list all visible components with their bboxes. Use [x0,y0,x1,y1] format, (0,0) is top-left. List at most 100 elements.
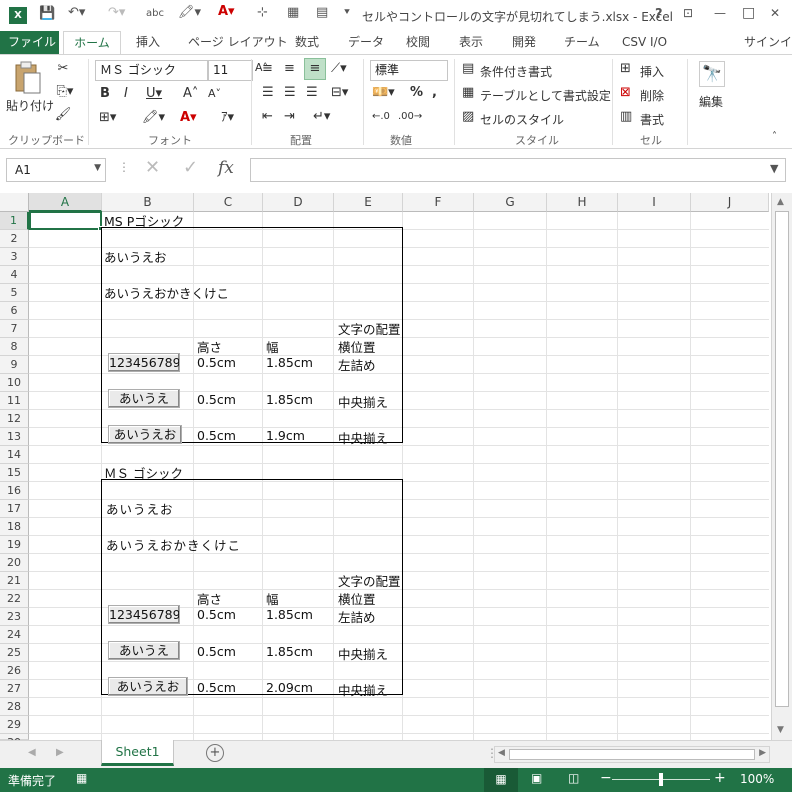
row-header-22[interactable]: 22 [0,590,29,608]
font-color-ribbon-icon[interactable]: A▾ [180,108,197,128]
row-header-1[interactable]: 1 [0,212,29,230]
scroll-up-icon[interactable]: ▲ [777,197,784,207]
grow-font-size-icon[interactable]: A˄ [183,84,198,104]
decrease-indent-icon[interactable]: ⇤ [262,107,273,127]
find-icon[interactable]: 🔭 [699,61,725,87]
editing-button[interactable]: 編集 [699,93,723,110]
vertical-scrollbar[interactable]: ▲ ▼ [771,193,792,740]
underline-icon[interactable]: U▾ [146,84,162,104]
row-header-26[interactable]: 26 [0,662,29,680]
prev-sheet-icon[interactable]: ◀ [28,747,36,758]
insert-cells-button[interactable]: 挿入 [640,63,664,80]
wrap-text-icon[interactable]: ↵▾ [313,107,330,127]
spellcheck-icon[interactable]: abc [146,8,164,19]
row-header-18[interactable]: 18 [0,518,29,536]
format-painter-icon[interactable]: 🖌 [54,105,72,125]
italic-icon[interactable]: I [124,84,128,104]
normal-view-button[interactable]: ▦ [484,768,518,792]
table-format-icon[interactable]: ▦ [462,83,474,103]
row-header-16[interactable]: 16 [0,482,29,500]
insert-cells-icon[interactable]: ⊞ [620,59,631,79]
align-bottom-icon[interactable]: ≡ [304,58,326,80]
row-header-2[interactable]: 2 [0,230,29,248]
column-header-e[interactable]: E [334,193,403,212]
cut-icon[interactable]: ✂ [54,59,72,79]
row-header-11[interactable]: 11 [0,392,29,410]
tab-team[interactable]: チーム [556,31,608,55]
phonetic-icon[interactable]: ｱ▾ [221,108,234,128]
column-header-j[interactable]: J [691,193,769,212]
tab-developer[interactable]: 開発 [504,31,544,55]
cell-style-icon[interactable]: ▨ [462,107,474,127]
font-size-select[interactable]: 11 [208,60,253,81]
row-header-19[interactable]: 19 [0,536,29,554]
ribbon-display-button[interactable]: ⊡ [683,6,693,20]
column-header-i[interactable]: I [618,193,691,212]
tab-formulas[interactable]: 数式 [287,31,327,55]
button-aiue[interactable]: あいうえ [108,389,180,408]
close-button[interactable]: ✕ [770,6,780,20]
copy-icon[interactable]: ⎘▾ [54,82,76,102]
font-color-icon[interactable]: A▾ [218,4,235,19]
active-cell-a1[interactable] [29,211,102,230]
borders-icon[interactable]: ⊞▾ [99,108,116,128]
format-as-table-button[interactable]: テーブルとして書式設定 [480,87,611,104]
grid-icon[interactable]: ▤ [316,5,328,20]
button-aiueo-gothic[interactable]: あいうえお [108,677,188,696]
minimize-button[interactable]: — [714,6,726,20]
customize-qat-icon[interactable]: ⯆ [343,7,351,18]
tab-csv-io[interactable]: CSV I/O [614,31,675,55]
insert-function-icon[interactable]: fx [218,158,234,178]
bold-icon[interactable]: B [100,84,110,104]
horizontal-scrollbar[interactable]: ◀ ▶ [494,746,770,763]
button-123456789-gothic[interactable]: 123456789 [108,605,180,624]
row-header-25[interactable]: 25 [0,644,29,662]
column-header-c[interactable]: C [194,193,263,212]
scroll-left-icon[interactable]: ◀ [498,748,505,758]
restore-button[interactable]: □ [742,5,755,21]
sheet-tab-sheet1[interactable]: Sheet1 [101,740,174,766]
format-cells-button[interactable]: 書式 [640,111,664,128]
button-aiue-gothic[interactable]: あいうえ [108,641,180,660]
row-header-7[interactable]: 7 [0,320,29,338]
row-header-3[interactable]: 3 [0,248,29,266]
tab-view[interactable]: 表示 [451,31,491,55]
macro-record-icon[interactable]: ▦ [76,771,87,785]
scroll-down-icon[interactable]: ▼ [777,725,784,735]
select-all-corner[interactable] [0,193,29,212]
row-header-29[interactable]: 29 [0,716,29,734]
row-header-20[interactable]: 20 [0,554,29,572]
row-header-15[interactable]: 15 [0,464,29,482]
row-header-23[interactable]: 23 [0,608,29,626]
zoom-slider-thumb[interactable] [659,773,663,786]
fill-color-icon[interactable]: 🖍▾ [142,108,165,128]
align-center-icon[interactable]: ☰ [284,83,296,103]
row-header-8[interactable]: 8 [0,338,29,356]
column-header-h[interactable]: H [547,193,618,212]
zoom-in-icon[interactable]: + [714,770,726,786]
highlight-icon[interactable]: 🖍▾ [178,5,201,20]
column-header-d[interactable]: D [263,193,334,212]
increase-decimal-icon[interactable]: ←.0 [372,107,390,127]
button-123456789[interactable]: 123456789 [108,353,180,372]
merge-icon[interactable]: ⊟▾ [331,83,348,103]
row-header-24[interactable]: 24 [0,626,29,644]
zoom-level[interactable]: 100% [740,772,774,786]
tab-home[interactable]: ホーム [63,31,121,55]
add-sheet-icon[interactable]: + [206,744,224,762]
confirm-entry-icon[interactable]: ✓ [183,157,198,178]
row-header-12[interactable]: 12 [0,410,29,428]
scroll-right-icon[interactable]: ▶ [759,748,766,758]
row-header-9[interactable]: 9 [0,356,29,374]
row-header-13[interactable]: 13 [0,428,29,446]
tab-review[interactable]: 校閲 [398,31,438,55]
comma-icon[interactable]: , [432,83,437,103]
align-top-icon[interactable]: ≡ [262,59,273,79]
format-cells-icon[interactable]: ▥ [620,107,632,127]
row-header-6[interactable]: 6 [0,302,29,320]
column-header-g[interactable]: G [474,193,547,212]
name-box-dropdown-icon[interactable]: ▼ [94,163,101,173]
delete-cells-icon[interactable]: ⊠ [620,83,631,103]
signin-link[interactable]: サインイン [736,31,792,55]
expand-formula-icon[interactable]: ▼ [770,162,778,175]
